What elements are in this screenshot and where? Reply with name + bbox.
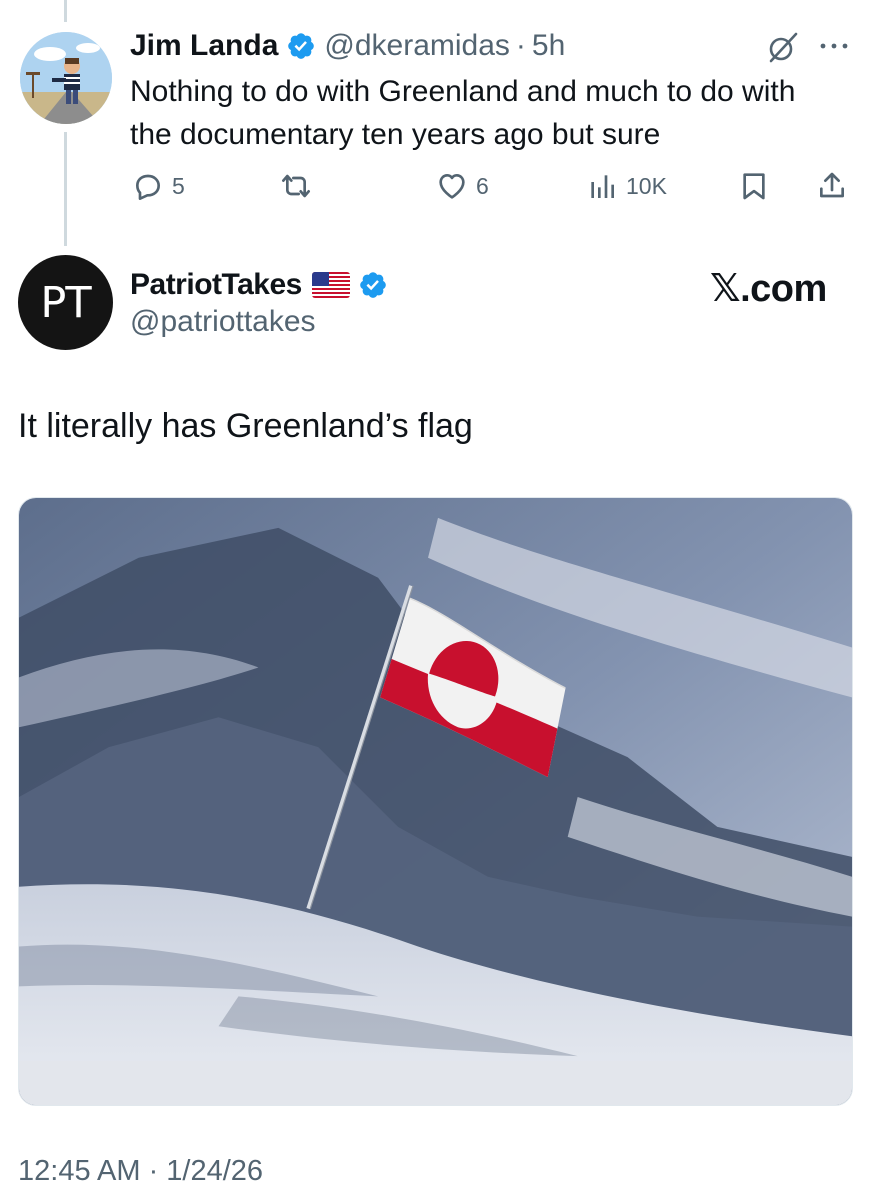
quoted-tweet-text: It literally has Greenland’s flag [18, 407, 473, 445]
greenland-flag-mountain-image-icon [19, 498, 852, 1105]
bookmark-icon [743, 173, 765, 200]
bookmark-button[interactable] [738, 168, 770, 204]
bitmoji-avatar-icon [20, 32, 112, 124]
views-count: 10K [626, 172, 667, 199]
verified-badge-icon [288, 33, 315, 59]
verified-badge-icon [360, 272, 386, 298]
separator-dot: · [515, 29, 526, 62]
retweet-icon [282, 174, 310, 198]
heart-icon [439, 174, 465, 199]
tweet-actions: 5 6 10K [0, 168, 871, 204]
tweet-image[interactable] [18, 497, 853, 1106]
reply-button[interactable]: 5 [132, 168, 185, 204]
more-options-icon[interactable] [818, 40, 850, 52]
quoted-header: PatriotTakes [130, 265, 388, 305]
avatar-initials: PT [40, 277, 91, 328]
quoted-author-name[interactable]: PatriotTakes [130, 268, 302, 302]
us-flag-icon [311, 272, 350, 298]
retweet-button[interactable] [280, 168, 312, 204]
like-button[interactable]: 6 [436, 168, 489, 204]
patriottakes-avatar[interactable]: PT [18, 255, 113, 350]
analytics-icon [591, 175, 614, 198]
x-watermark: 𝕏.com [710, 268, 827, 310]
share-button[interactable] [816, 168, 848, 204]
grok-icon[interactable] [766, 30, 800, 64]
tweet-timestamp[interactable]: 12:45 AM · 1/24/26 [18, 1155, 263, 1188]
tweet-time[interactable]: 5h [532, 29, 565, 63]
avatar[interactable] [20, 32, 112, 124]
reply-count: 5 [172, 172, 185, 199]
reply-header: Jim Landa @dkeramidas · 5h [130, 26, 565, 66]
tweet-text: Nothing to do with Greenland and much to… [130, 75, 796, 151]
quoted-author-handle[interactable]: @patriottakes [130, 305, 316, 339]
reply-icon [136, 174, 160, 200]
author-handle[interactable]: @dkeramidas [324, 29, 510, 63]
views-button[interactable]: 10K [586, 168, 667, 204]
share-icon [820, 172, 844, 198]
reply-tweet[interactable]: Jim Landa @dkeramidas · 5h Nothing to do… [0, 0, 871, 246]
author-name[interactable]: Jim Landa [130, 29, 278, 63]
like-count: 6 [476, 172, 489, 199]
